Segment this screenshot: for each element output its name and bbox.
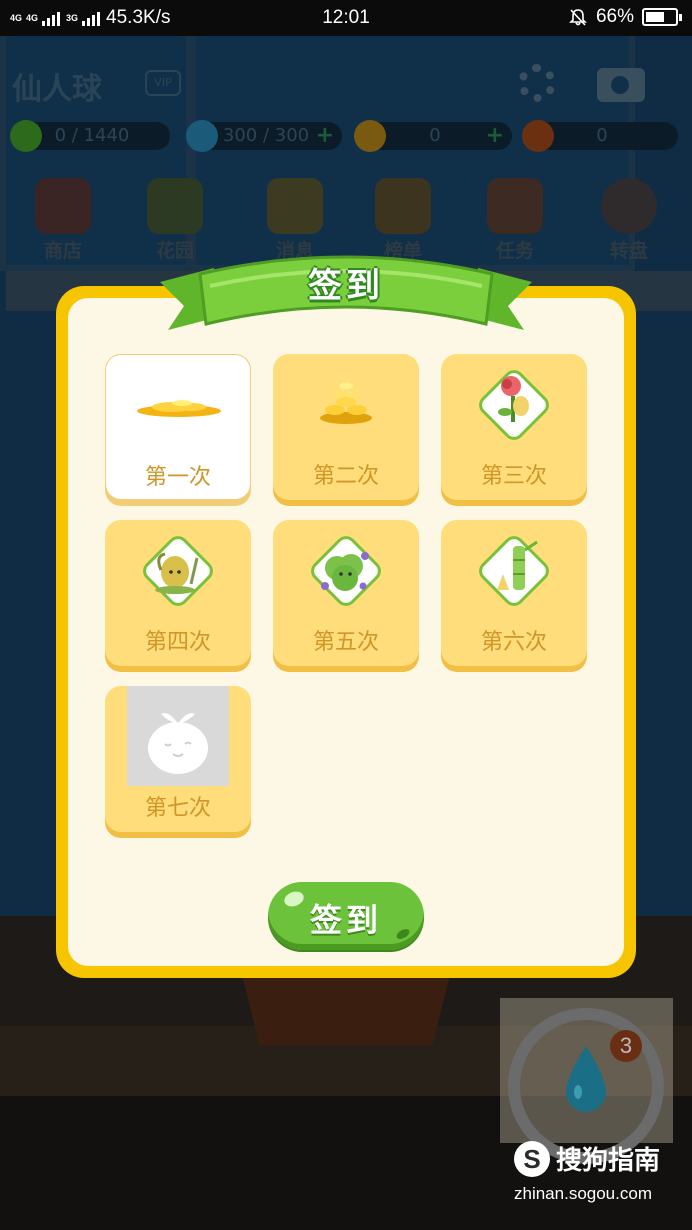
sign-in-button-label: 签到: [309, 901, 382, 939]
garden-icon: [147, 178, 203, 234]
day-label: 第一次: [144, 465, 211, 490]
rose-plant-icon: [498, 376, 529, 422]
bamboo-plant-icon: [497, 540, 538, 590]
day-label: 第五次: [312, 630, 379, 655]
mute-bell-icon: [569, 9, 587, 26]
day-card-5[interactable]: 第五次: [273, 520, 419, 666]
camera-icon: [597, 68, 645, 102]
flower-bush-icon: [321, 552, 369, 591]
watermark-brand-text: 搜狗指南: [556, 1146, 661, 1176]
battery-icon: [642, 8, 682, 26]
cactus-plant-icon: [155, 552, 199, 594]
resource-water: 300 / 300 +: [186, 120, 342, 152]
day-label: 第七次: [144, 796, 211, 821]
resource-level: 0 / 1440: [10, 120, 170, 152]
gear-icon: [518, 64, 556, 102]
message-icon: [267, 178, 323, 234]
watermark-url: zhinan.sogou.com: [514, 1184, 652, 1203]
watermark: S 搜狗指南 zhinan.sogou.com: [514, 1140, 684, 1220]
vip-badge: VIP: [145, 70, 181, 96]
sprout-placeholder-icon: [148, 713, 208, 774]
day-label: 第二次: [312, 464, 379, 489]
resource-seed: 0: [522, 120, 678, 152]
trophy-icon: [375, 178, 431, 234]
sign-in-button[interactable]: 签到: [268, 882, 424, 950]
day-card-2[interactable]: 第二次: [273, 354, 419, 500]
day-card-7[interactable]: 第七次: [105, 686, 251, 832]
water-drop-icon: [566, 1046, 606, 1112]
add-water-icon: +: [315, 123, 334, 148]
dialog-title: 签到: [308, 266, 384, 306]
water-count-badge: 3: [610, 1030, 642, 1062]
watermark-brand: S 搜狗指南: [514, 1140, 660, 1177]
day-label: 第四次: [144, 630, 211, 655]
battery-fill: [646, 12, 664, 22]
coins-small-icon: [137, 400, 221, 417]
wheel-icon: [601, 178, 657, 234]
day-card-1[interactable]: 第一次: [105, 354, 251, 500]
resource-value: 0 / 1440: [54, 125, 130, 146]
day-card-3[interactable]: 第三次: [441, 354, 587, 500]
plant-name: 仙人球: [12, 72, 102, 107]
day-card-4[interactable]: 第四次: [105, 520, 251, 666]
add-coin-icon: +: [485, 123, 504, 148]
status-bar: 4G 4G 3G 45.3K/s 12:01 66%: [0, 0, 692, 36]
coins-pile-icon: [320, 382, 372, 424]
battery-percent: 66%: [595, 6, 634, 27]
day-label: 第六次: [480, 630, 547, 655]
day-card-6[interactable]: 第六次: [441, 520, 587, 666]
balloon-icon: [487, 178, 543, 234]
shop-icon: [35, 178, 91, 234]
resource-value: 0: [596, 125, 608, 146]
sogou-logo-icon: S: [514, 1140, 550, 1177]
resource-coin: 0 +: [354, 120, 512, 152]
day-label: 第三次: [480, 464, 547, 489]
